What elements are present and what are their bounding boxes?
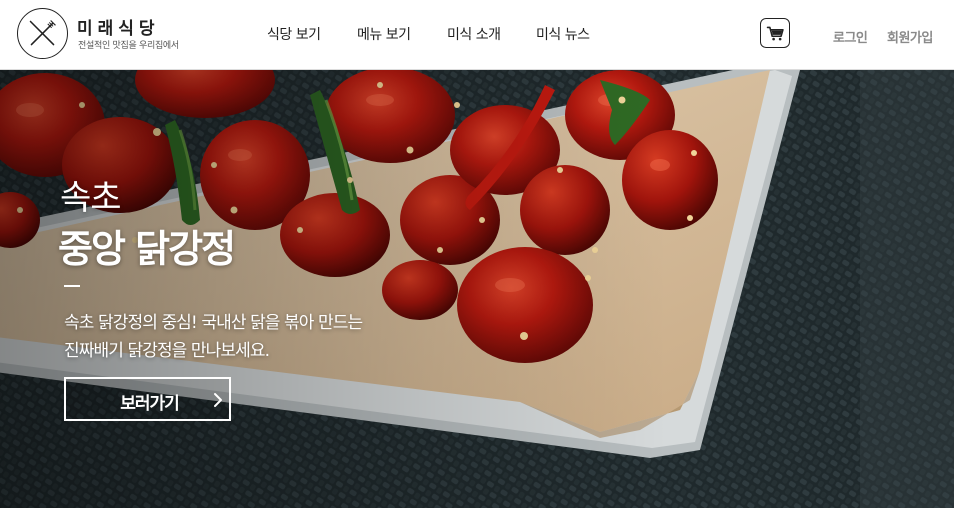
hero-subtitle: 속초 xyxy=(60,178,122,218)
brand-name[interactable]: 미래식당 xyxy=(77,14,160,39)
see-more-label: 보러가기 xyxy=(120,394,180,414)
nav-item-news[interactable]: 미식 뉴스 xyxy=(536,24,590,44)
signup-link[interactable]: 회원가입 xyxy=(887,27,933,46)
see-more-button[interactable]: 보러가기 xyxy=(64,377,231,421)
nav-item-restaurants[interactable]: 식당 보기 xyxy=(267,24,321,44)
login-link[interactable]: 로그인 xyxy=(833,27,868,46)
cart-icon xyxy=(766,26,784,41)
nav-item-about[interactable]: 미식 소개 xyxy=(447,24,501,44)
hero-description-line-1: 속초 닭강정의 중심! 국내산 닭을 볶아 만드는 xyxy=(64,313,363,333)
nav-item-menu[interactable]: 메뉴 보기 xyxy=(357,24,411,44)
hero-text-block: 속초 중앙 닭강정 속초 닭강정의 중심! 국내산 닭을 볶아 만드는 진짜배기… xyxy=(0,70,954,508)
hero-divider xyxy=(64,285,80,287)
hero-title: 중앙 닭강정 xyxy=(58,227,236,271)
hero-banner: 속초 중앙 닭강정 속초 닭강정의 중심! 국내산 닭을 볶아 만드는 진짜배기… xyxy=(0,70,954,508)
fork-knife-icon[interactable] xyxy=(17,8,68,59)
cart-button[interactable] xyxy=(760,18,790,48)
brand-tagline: 전설적인 맛집을 우리집에서 xyxy=(78,41,179,51)
site-header: 미래식당 전설적인 맛집을 우리집에서 식당 보기 메뉴 보기 미식 소개 미식… xyxy=(0,0,954,70)
hero-description-line-2: 진짜배기 닭강정을 만나보세요. xyxy=(64,341,270,361)
chevron-right-icon xyxy=(214,393,222,407)
